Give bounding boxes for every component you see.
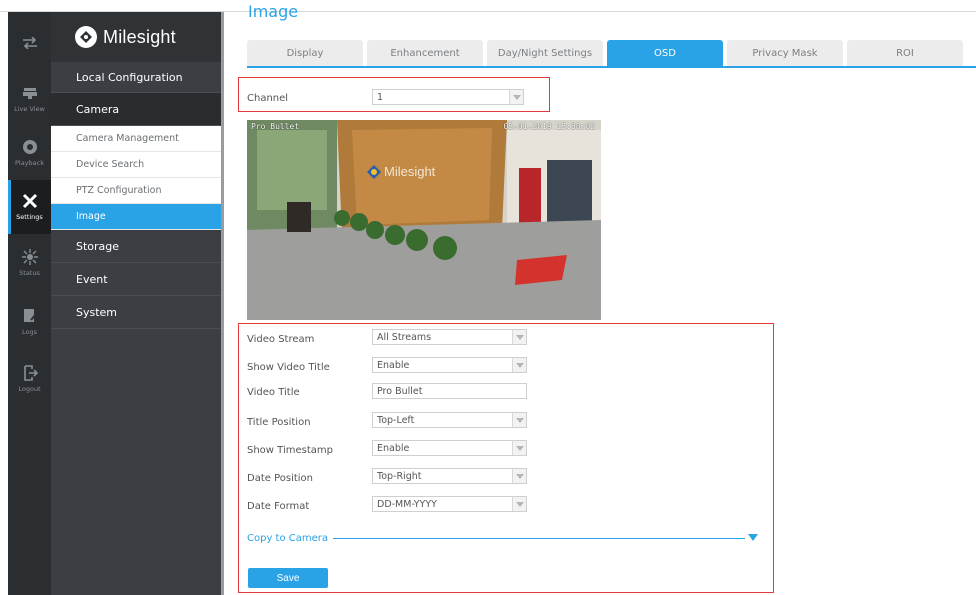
video-title-label: Video Title [247,387,300,398]
rail-item-logs[interactable]: Logs [8,295,51,349]
nav-camera[interactable]: Camera [51,93,222,126]
subnav-camera-management[interactable]: Camera Management [51,126,222,152]
rail-item-live-view[interactable]: Live View [8,72,51,126]
tab-day-night-settings[interactable]: Day/Night Settings [487,40,603,67]
copy-to-camera-link[interactable]: Copy to Camera [247,533,328,544]
date-position-select[interactable]: Top-Right [372,468,527,484]
logout-icon [22,365,38,381]
status-icon [21,249,38,265]
settings-icon [22,193,38,209]
rail-label: Live View [14,105,45,113]
chevron-down-icon [509,90,523,104]
tab-roi[interactable]: ROI [847,40,963,67]
nav-storage[interactable]: Storage [51,230,222,263]
chevron-down-icon [512,413,526,427]
date-position-value: Top-Right [377,470,422,482]
chevron-down-icon [512,441,526,455]
show-timestamp-label: Show Timestamp [247,445,333,456]
chevron-down-icon [512,497,526,511]
playback-icon [22,139,38,155]
camera-submenu: Camera Management Device Search PTZ Conf… [51,126,222,230]
copy-to-camera-divider [333,538,745,539]
tab-display[interactable]: Display [247,40,363,67]
tab-enhancement[interactable]: Enhancement [367,40,483,67]
channel-select[interactable]: 1 [372,89,524,105]
show-timestamp-value: Enable [377,442,410,454]
chevron-down-icon [512,469,526,483]
chevron-down-icon [512,358,526,372]
brand-logo: Milesight [51,12,222,62]
video-stream-label: Video Stream [247,334,315,345]
live-view-icon [22,85,38,101]
page-title: Image [248,2,299,21]
subnav-device-search[interactable]: Device Search [51,152,222,178]
osd-title-overlay: Pro Bullet [251,122,300,131]
tab-privacy-mask[interactable]: Privacy Mask [727,40,843,67]
title-position-value: Top-Left [377,414,415,426]
subnav-ptz-configuration[interactable]: PTZ Configuration [51,178,222,204]
rail-item-status[interactable]: Status [8,236,51,290]
rail-label: Status [19,269,40,277]
wall-logo-icon [367,164,381,179]
show-video-title-label: Show Video Title [247,362,330,373]
rail-label: Logs [22,328,37,336]
wall-logo-text: Milesight [384,164,436,179]
settings-nav: Milesight Local Configuration Camera Cam… [51,12,222,595]
channel-label: Channel [247,93,289,104]
title-position-label: Title Position [247,417,311,428]
save-button[interactable]: Save [248,568,328,588]
osd-timestamp-overlay: 05-01-2019 15:38:02 [503,122,595,131]
preview-scene [247,120,601,320]
date-format-select[interactable]: DD-MM-YYYY [372,496,527,512]
icon-rail: Live View Playback Settings Status Logs … [8,12,51,595]
rail-label: Playback [14,159,44,167]
video-stream-select[interactable]: All Streams [372,329,527,345]
video-title-input[interactable]: Pro Bullet [372,383,527,399]
rail-label: Logout [18,385,41,393]
show-timestamp-select[interactable]: Enable [372,440,527,456]
video-stream-value: All Streams [377,331,432,343]
tab-bar: Display Enhancement Day/Night Settings O… [247,40,967,67]
wall-logo: Milesight [367,164,435,179]
nav-event[interactable]: Event [51,263,222,296]
video-preview: Pro Bullet 05-01-2019 15:38:02 Milesight [247,120,601,320]
date-format-label: Date Format [247,501,310,512]
date-position-label: Date Position [247,473,314,484]
logs-icon [22,308,38,324]
panel-divider [221,12,224,595]
show-video-title-select[interactable]: Enable [372,357,527,373]
menu-toggle[interactable] [8,18,51,72]
nav-system[interactable]: System [51,296,222,329]
nav-local-configuration[interactable]: Local Configuration [51,62,222,93]
subnav-image[interactable]: Image [51,204,222,230]
rail-item-settings[interactable]: Settings [8,180,51,234]
tab-osd[interactable]: OSD [607,40,723,67]
channel-value: 1 [377,91,384,103]
show-video-title-value: Enable [377,359,410,371]
rail-item-playback[interactable]: Playback [8,126,51,180]
title-position-select[interactable]: Top-Left [372,412,527,428]
tab-underline [247,66,976,68]
expand-triangle-icon[interactable] [748,534,758,541]
milesight-logo-icon [75,26,97,48]
rail-label: Settings [16,213,43,221]
brand-name: Milesight [103,26,176,47]
date-format-value: DD-MM-YYYY [377,498,437,510]
chevron-down-icon [512,330,526,344]
rail-item-logout[interactable]: Logout [8,352,51,406]
swap-arrows-icon [22,35,38,51]
